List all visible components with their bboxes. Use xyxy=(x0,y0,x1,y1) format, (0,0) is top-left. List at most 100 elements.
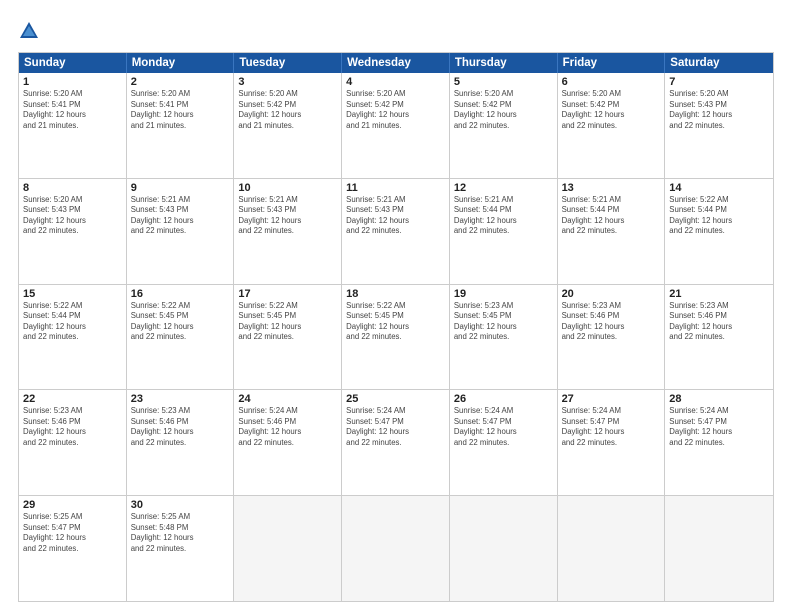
calendar-day-30: 30Sunrise: 5:25 AM Sunset: 5:48 PM Dayli… xyxy=(127,496,235,601)
calendar-day-17: 17Sunrise: 5:22 AM Sunset: 5:45 PM Dayli… xyxy=(234,285,342,390)
day-info: Sunrise: 5:20 AM Sunset: 5:43 PM Dayligh… xyxy=(669,89,769,131)
calendar-day-4: 4Sunrise: 5:20 AM Sunset: 5:42 PM Daylig… xyxy=(342,73,450,178)
day-number: 18 xyxy=(346,288,445,300)
calendar-day-11: 11Sunrise: 5:21 AM Sunset: 5:43 PM Dayli… xyxy=(342,179,450,284)
calendar-day-28: 28Sunrise: 5:24 AM Sunset: 5:47 PM Dayli… xyxy=(665,390,773,495)
calendar-day-5: 5Sunrise: 5:20 AM Sunset: 5:42 PM Daylig… xyxy=(450,73,558,178)
day-info: Sunrise: 5:23 AM Sunset: 5:45 PM Dayligh… xyxy=(454,301,553,343)
calendar-day-24: 24Sunrise: 5:24 AM Sunset: 5:46 PM Dayli… xyxy=(234,390,342,495)
calendar-week-4: 22 Sunrise: 5:23 AM Sunset: 5:46 PM Dayli… xyxy=(19,390,773,496)
day-number: 30 xyxy=(131,499,230,511)
day-info: Sunrise: 5:25 AM Sunset: 5:48 PM Dayligh… xyxy=(131,512,230,554)
day-number: 8 xyxy=(23,182,122,194)
header-day-wednesday: Wednesday xyxy=(342,53,450,73)
day-number: 4 xyxy=(346,76,445,88)
calendar-day-9: 9Sunrise: 5:21 AM Sunset: 5:43 PM Daylig… xyxy=(127,179,235,284)
day-info: Sunrise: 5:22 AM Sunset: 5:44 PM Dayligh… xyxy=(23,301,122,343)
day-info: Sunrise: 5:24 AM Sunset: 5:47 PM Dayligh… xyxy=(346,406,445,448)
day-info: Sunrise: 5:21 AM Sunset: 5:43 PM Dayligh… xyxy=(238,195,337,237)
calendar-day-29: 29Sunrise: 5:25 AM Sunset: 5:47 PM Dayli… xyxy=(19,496,127,601)
day-number: 24 xyxy=(238,393,337,405)
day-info: Sunrise: 5:22 AM Sunset: 5:45 PM Dayligh… xyxy=(238,301,337,343)
day-info: Sunrise: 5:20 AM Sunset: 5:43 PM Dayligh… xyxy=(23,195,122,237)
header-day-thursday: Thursday xyxy=(450,53,558,73)
day-info: Sunrise: 5:25 AM Sunset: 5:47 PM Dayligh… xyxy=(23,512,122,554)
day-number: 25 xyxy=(346,393,445,405)
day-number: 1 xyxy=(23,76,122,88)
calendar-day-empty xyxy=(342,496,450,601)
day-number: 22 xyxy=(23,393,122,405)
day-number: 2 xyxy=(131,76,230,88)
day-number: 20 xyxy=(562,288,661,300)
day-number: 23 xyxy=(131,393,230,405)
calendar-day-19: 19Sunrise: 5:23 AM Sunset: 5:45 PM Dayli… xyxy=(450,285,558,390)
calendar-day-26: 26Sunrise: 5:24 AM Sunset: 5:47 PM Dayli… xyxy=(450,390,558,495)
day-info: Sunrise: 5:24 AM Sunset: 5:46 PM Dayligh… xyxy=(238,406,337,448)
day-number: 6 xyxy=(562,76,661,88)
logo-icon xyxy=(18,20,40,42)
calendar-day-15: 15Sunrise: 5:22 AM Sunset: 5:44 PM Dayli… xyxy=(19,285,127,390)
day-info: Sunrise: 5:20 AM Sunset: 5:42 PM Dayligh… xyxy=(454,89,553,131)
header xyxy=(18,18,774,42)
day-info: Sunrise: 5:21 AM Sunset: 5:44 PM Dayligh… xyxy=(454,195,553,237)
day-info: Sunrise: 5:20 AM Sunset: 5:41 PM Dayligh… xyxy=(131,89,230,131)
calendar-day-6: 6Sunrise: 5:20 AM Sunset: 5:42 PM Daylig… xyxy=(558,73,666,178)
day-info: Sunrise: 5:20 AM Sunset: 5:42 PM Dayligh… xyxy=(562,89,661,131)
header-day-sunday: Sunday xyxy=(19,53,127,73)
header-day-friday: Friday xyxy=(558,53,666,73)
header-day-monday: Monday xyxy=(127,53,235,73)
calendar-week-1: 1Sunrise: 5:20 AM Sunset: 5:41 PM Daylig… xyxy=(19,73,773,179)
day-info: Sunrise: 5:21 AM Sunset: 5:43 PM Dayligh… xyxy=(131,195,230,237)
calendar-day-13: 13Sunrise: 5:21 AM Sunset: 5:44 PM Dayli… xyxy=(558,179,666,284)
day-number: 21 xyxy=(669,288,769,300)
day-info: Sunrise: 5:22 AM Sunset: 5:44 PM Dayligh… xyxy=(669,195,769,237)
calendar-week-2: 8Sunrise: 5:20 AM Sunset: 5:43 PM Daylig… xyxy=(19,179,773,285)
header-day-saturday: Saturday xyxy=(665,53,773,73)
day-info: Sunrise: 5:21 AM Sunset: 5:44 PM Dayligh… xyxy=(562,195,661,237)
calendar-week-5: 29Sunrise: 5:25 AM Sunset: 5:47 PM Dayli… xyxy=(19,496,773,601)
calendar-day-12: 12Sunrise: 5:21 AM Sunset: 5:44 PM Dayli… xyxy=(450,179,558,284)
day-number: 5 xyxy=(454,76,553,88)
logo xyxy=(18,18,42,42)
header-day-tuesday: Tuesday xyxy=(234,53,342,73)
day-number: 10 xyxy=(238,182,337,194)
calendar-week-3: 15Sunrise: 5:22 AM Sunset: 5:44 PM Dayli… xyxy=(19,285,773,391)
calendar-body: 1Sunrise: 5:20 AM Sunset: 5:41 PM Daylig… xyxy=(19,73,773,601)
calendar-day-18: 18Sunrise: 5:22 AM Sunset: 5:45 PM Dayli… xyxy=(342,285,450,390)
calendar-day-3: 3Sunrise: 5:20 AM Sunset: 5:42 PM Daylig… xyxy=(234,73,342,178)
day-info: Sunrise: 5:24 AM Sunset: 5:47 PM Dayligh… xyxy=(562,406,661,448)
calendar-day-8: 8Sunrise: 5:20 AM Sunset: 5:43 PM Daylig… xyxy=(19,179,127,284)
calendar-day-21: 21Sunrise: 5:23 AM Sunset: 5:46 PM Dayli… xyxy=(665,285,773,390)
calendar-day-20: 20Sunrise: 5:23 AM Sunset: 5:46 PM Dayli… xyxy=(558,285,666,390)
day-number: 14 xyxy=(669,182,769,194)
page: SundayMondayTuesdayWednesdayThursdayFrid… xyxy=(0,0,792,612)
day-info: Sunrise: 5:23 AM Sunset: 5:46 PM Dayligh… xyxy=(562,301,661,343)
day-number: 19 xyxy=(454,288,553,300)
day-number: 11 xyxy=(346,182,445,194)
calendar-day-empty xyxy=(558,496,666,601)
calendar-day-25: 25Sunrise: 5:24 AM Sunset: 5:47 PM Dayli… xyxy=(342,390,450,495)
day-number: 7 xyxy=(669,76,769,88)
day-info: Sunrise: 5:24 AM Sunset: 5:47 PM Dayligh… xyxy=(454,406,553,448)
calendar-day-1: 1Sunrise: 5:20 AM Sunset: 5:41 PM Daylig… xyxy=(19,73,127,178)
day-number: 16 xyxy=(131,288,230,300)
calendar: SundayMondayTuesdayWednesdayThursdayFrid… xyxy=(18,52,774,602)
day-info: Sunrise: 5:22 AM Sunset: 5:45 PM Dayligh… xyxy=(131,301,230,343)
day-number: 13 xyxy=(562,182,661,194)
day-number: 15 xyxy=(23,288,122,300)
day-info: Sunrise: 5:23 AM Sunset: 5:46 PM Dayligh… xyxy=(669,301,769,343)
day-number: 29 xyxy=(23,499,122,511)
calendar-day-empty xyxy=(450,496,558,601)
calendar-day-14: 14Sunrise: 5:22 AM Sunset: 5:44 PM Dayli… xyxy=(665,179,773,284)
day-number: 12 xyxy=(454,182,553,194)
calendar-day-2: 2Sunrise: 5:20 AM Sunset: 5:41 PM Daylig… xyxy=(127,73,235,178)
day-info: Sunrise: 5:24 AM Sunset: 5:47 PM Dayligh… xyxy=(669,406,769,448)
day-number: 26 xyxy=(454,393,553,405)
calendar-day-empty xyxy=(234,496,342,601)
day-info: Sunrise: 5:23 AM Sunset: 5:46 PM Dayligh… xyxy=(131,406,230,448)
calendar-day-10: 10Sunrise: 5:21 AM Sunset: 5:43 PM Dayli… xyxy=(234,179,342,284)
day-info: Sunrise: 5:20 AM Sunset: 5:41 PM Dayligh… xyxy=(23,89,122,131)
day-number: 28 xyxy=(669,393,769,405)
day-info: Sunrise: 5:20 AM Sunset: 5:42 PM Dayligh… xyxy=(238,89,337,131)
day-info: Sunrise: 5:22 AM Sunset: 5:45 PM Dayligh… xyxy=(346,301,445,343)
